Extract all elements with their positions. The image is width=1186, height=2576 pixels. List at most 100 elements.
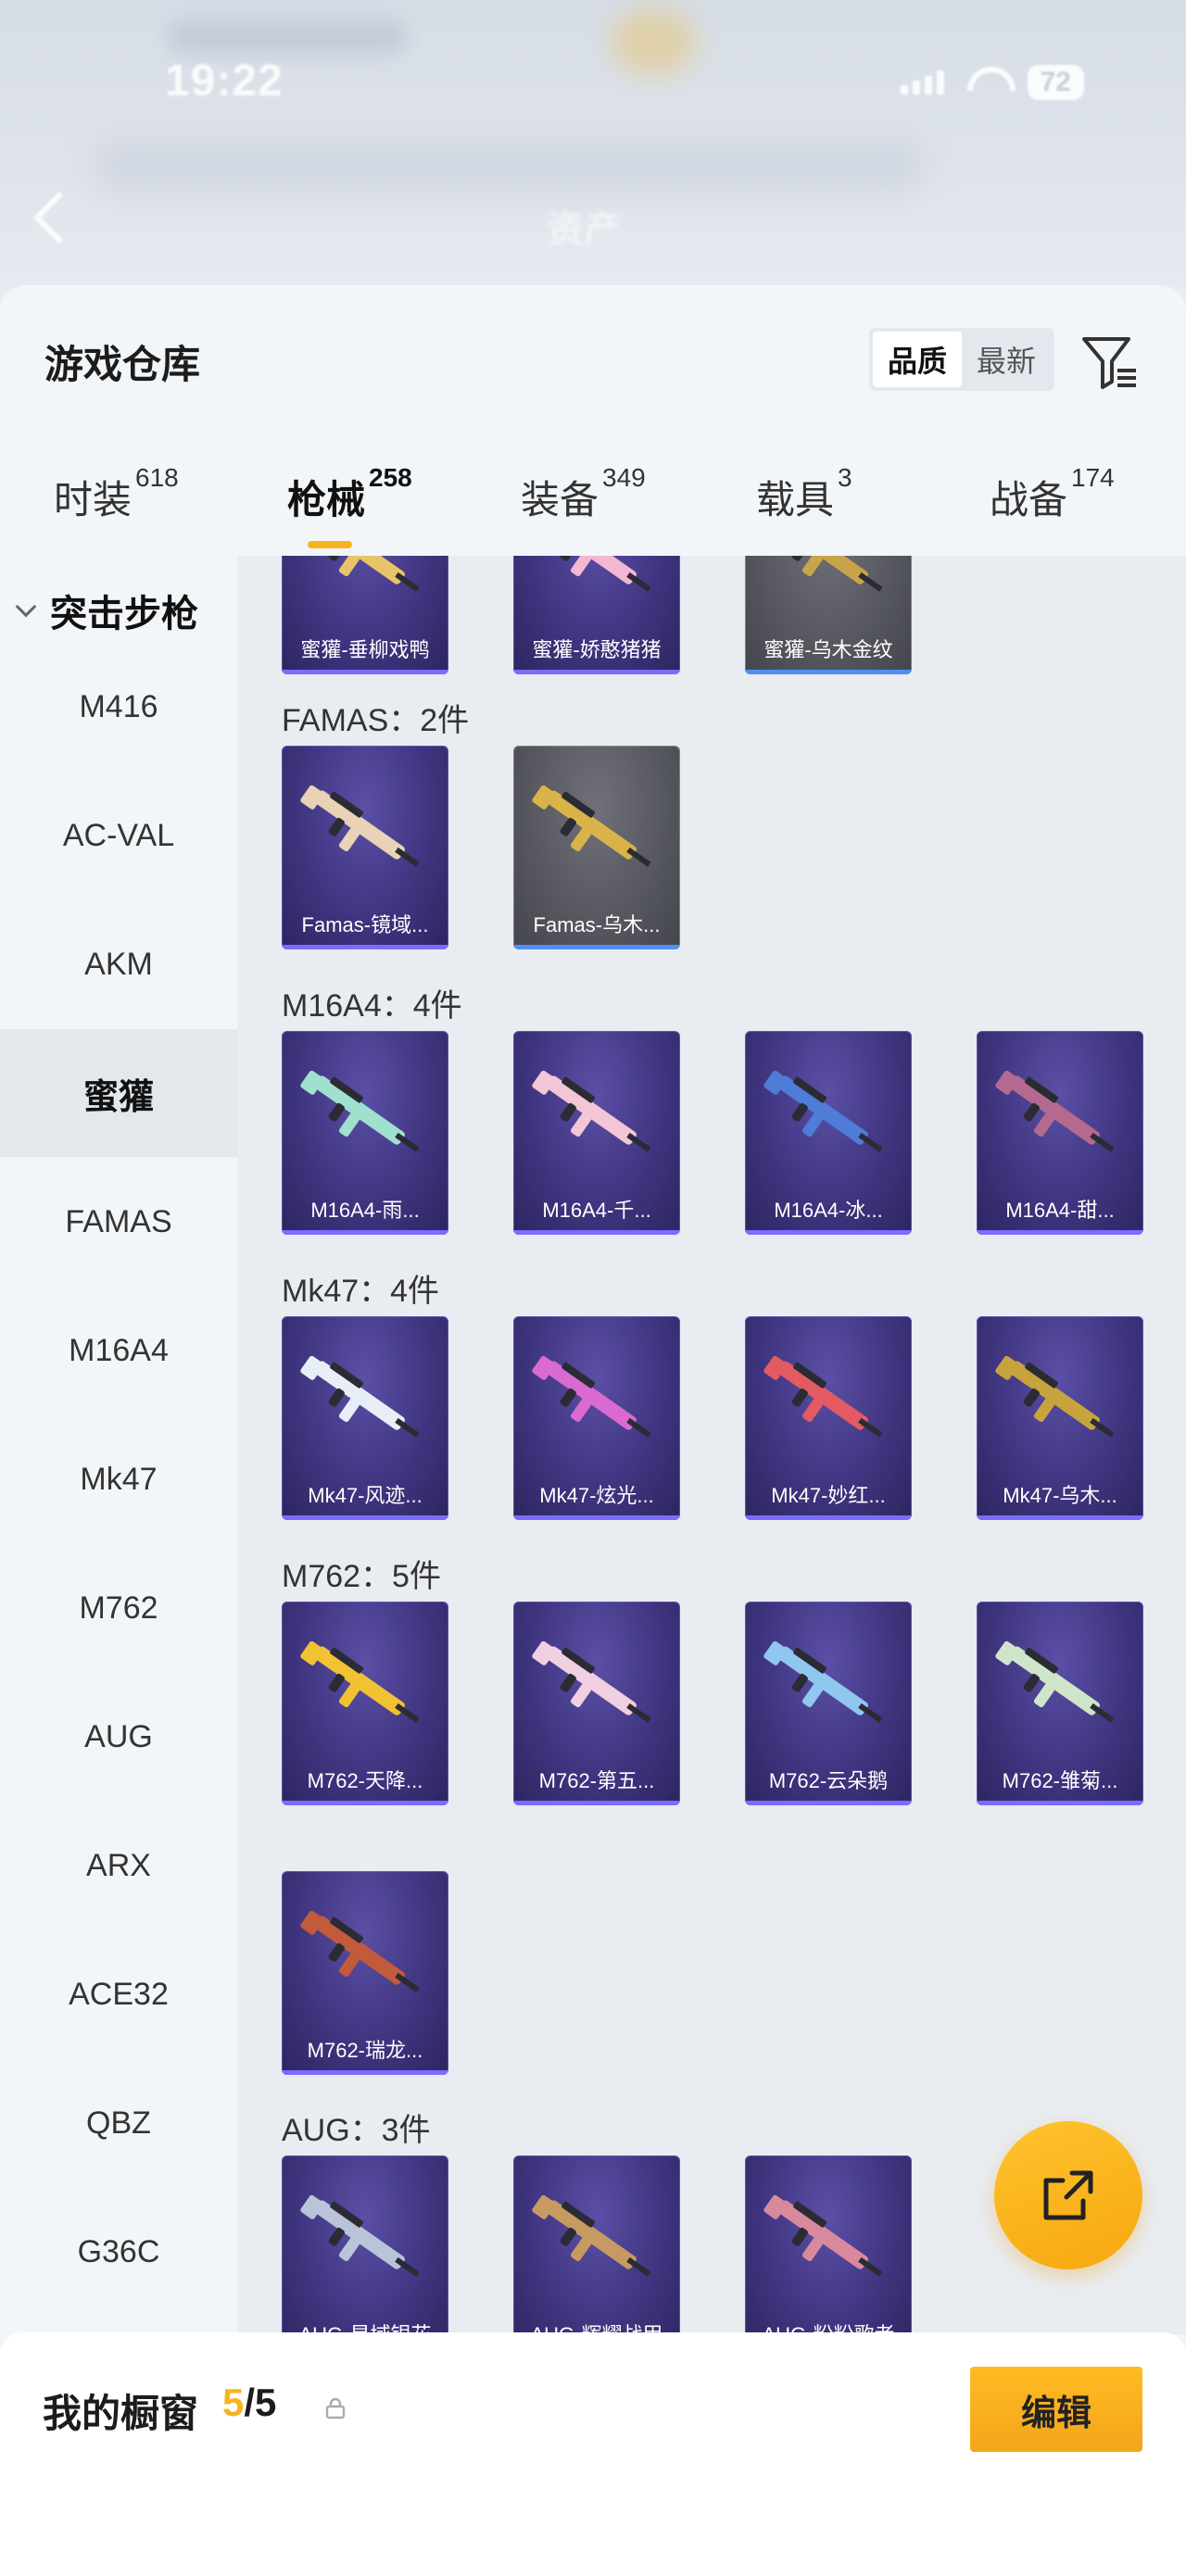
weapon-card[interactable]: M762-云朵鹅	[745, 1602, 912, 1805]
weapon-card[interactable]: AUG-星域银花	[282, 2155, 448, 2334]
rifle-icon	[995, 1350, 1125, 1451]
weapon-card[interactable]: Famas-镜域...	[282, 746, 448, 949]
status-area: 19:22 72 资产	[0, 0, 1186, 287]
tab-guns[interactable]: 枪械258	[287, 463, 412, 525]
sheet-title: 游戏仓库	[44, 343, 201, 386]
sidebar-item[interactable]: ARX	[0, 1802, 237, 1929]
weapon-card[interactable]: 蜜獾-娇憨猪猪	[513, 556, 680, 674]
weapon-name: Famas-乌木...	[533, 913, 661, 936]
weapon-card[interactable]: M16A4-冰...	[745, 1031, 912, 1235]
weapon-card[interactable]: M762-雏菊...	[977, 1602, 1143, 1805]
weapon-name: 蜜獾-垂柳戏鸭	[300, 638, 430, 661]
sidebar-item[interactable]: G36C	[0, 2188, 237, 2316]
sidebar-item[interactable]: Mk47	[0, 1415, 237, 1543]
rarity-bar	[282, 1515, 448, 1520]
showcase-count: 5/5	[222, 2381, 276, 2425]
rarity-bar	[513, 1230, 680, 1235]
weapon-card[interactable]: 蜜獾-垂柳戏鸭	[282, 556, 448, 674]
weapon-card[interactable]: M762-天降...	[282, 1602, 448, 1805]
sidebar-group-assault-rifles[interactable]: 突击步枪	[15, 584, 198, 637]
rarity-bar	[513, 670, 680, 674]
rifle-icon	[763, 556, 893, 606]
weapon-card[interactable]: Mk47-风迹...	[282, 1316, 448, 1520]
sidebar-item[interactable]: ACE32	[0, 1930, 237, 2058]
chevron-down-icon	[15, 596, 37, 618]
rifle-icon	[532, 1350, 662, 1451]
weapon-card[interactable]: Mk47-妙红...	[745, 1316, 912, 1520]
rifle-icon	[763, 2189, 893, 2291]
weapon-name: M762-天降...	[307, 1769, 423, 1792]
category-tabs: 时装618 枪械258 装备349 载具3 战备174	[0, 450, 1186, 552]
tab-vehicles[interactable]: 载具3	[756, 463, 852, 525]
sidebar-item[interactable]: M416	[0, 643, 237, 771]
weapon-name: 蜜獾-乌木金纹	[763, 638, 893, 661]
rifle-icon	[763, 1635, 893, 1737]
sidebar-item[interactable]: M16A4	[0, 1287, 237, 1414]
weapon-name: M762-云朵鹅	[768, 1769, 889, 1792]
weapon-name: M762-瑞龙...	[307, 2039, 423, 2062]
weapon-name: M16A4-冰...	[774, 1199, 883, 1222]
signal-icon	[900, 70, 944, 94]
edit-button[interactable]: 编辑	[970, 2367, 1142, 2452]
weapon-group-title: M16A4：4件	[282, 988, 462, 1024]
rarity-bar	[745, 1230, 912, 1235]
weapon-card[interactable]: M16A4-甜...	[977, 1031, 1143, 1235]
share-icon	[1043, 2170, 1093, 2220]
tab-label: 装备	[521, 478, 599, 521]
rarity-bar	[977, 1230, 1143, 1235]
rarity-bar	[977, 1515, 1143, 1520]
battery-icon: 72	[1027, 65, 1084, 100]
weapon-card[interactable]: 蜜獾-乌木金纹	[745, 556, 912, 674]
tab-count: 3	[838, 463, 852, 492]
tab-supplies[interactable]: 战备174	[990, 463, 1115, 525]
showcase-current: 5	[222, 2381, 245, 2424]
sidebar-item[interactable]: AKM	[0, 900, 237, 1028]
weapon-card[interactable]: M16A4-千...	[513, 1031, 680, 1235]
weapon-card[interactable]: AUG-辉耀战甲	[513, 2155, 680, 2334]
weapon-card[interactable]: Mk47-乌木...	[977, 1316, 1143, 1520]
rarity-bar	[745, 670, 912, 674]
sidebar-item[interactable]: 蜜獾	[0, 1029, 237, 1157]
rifle-icon	[300, 2189, 430, 2291]
rifle-icon	[532, 556, 662, 606]
sidebar-item[interactable]: M762	[0, 1544, 237, 1672]
sidebar-item[interactable]: FAMAS	[0, 1158, 237, 1286]
weapon-card[interactable]: Famas-乌木...	[513, 746, 680, 949]
sort-quality-button[interactable]: 品质	[873, 332, 962, 387]
wifi-icon	[965, 67, 1007, 98]
tab-active-indicator	[308, 541, 352, 548]
weapon-group-title: AUG：3件	[282, 2113, 431, 2148]
tab-label: 战备	[990, 478, 1068, 521]
tab-outfits[interactable]: 时装618	[54, 463, 179, 525]
rifle-icon	[763, 1064, 893, 1166]
filter-icon[interactable]	[1080, 333, 1140, 391]
weapon-sidebar: 突击步枪 M416 AC-VAL AKM 蜜獾 FAMAS M16A4 Mk47 M762 AU…	[0, 556, 237, 2334]
weapon-card[interactable]: AUG-粉粉歌者	[745, 2155, 912, 2334]
tab-label: 载具	[756, 478, 835, 521]
rarity-bar	[282, 1230, 448, 1235]
rarity-bar	[513, 945, 680, 949]
back-icon[interactable]	[32, 191, 86, 245]
status-icons: 72	[900, 65, 1084, 100]
weapon-card[interactable]: Mk47-炫光...	[513, 1316, 680, 1520]
sidebar-item[interactable]: AUG	[0, 1673, 237, 1801]
weapon-card[interactable]: M762-瑞龙...	[282, 1871, 448, 2075]
share-button[interactable]	[994, 2121, 1142, 2269]
weapon-card[interactable]: M16A4-雨...	[282, 1031, 448, 1235]
weapon-name: Mk47-炫光...	[539, 1484, 654, 1507]
lock-icon	[324, 2397, 347, 2419]
rifle-icon	[763, 1350, 893, 1451]
sort-toggle: 品质 最新	[869, 328, 1054, 391]
showcase-bar: 我的橱窗 5/5 编辑	[0, 2332, 1186, 2576]
tab-equipment[interactable]: 装备349	[521, 463, 646, 525]
blur-shape	[612, 9, 695, 74]
blur-shape	[167, 19, 408, 56]
rarity-bar	[282, 670, 448, 674]
weapon-card[interactable]: M762-第五...	[513, 1602, 680, 1805]
weapon-grid[interactable]: 蜜獾-垂柳戏鸭 蜜獾-娇憨猪猪 蜜獾-乌木金纹 FAMAS：2件 Famas-镜域...…	[237, 556, 1186, 2334]
rifle-icon	[300, 556, 430, 606]
rifle-icon	[300, 1904, 430, 2006]
sidebar-item[interactable]: AC-VAL	[0, 772, 237, 899]
sort-latest-button[interactable]: 最新	[962, 332, 1051, 387]
sidebar-item[interactable]: QBZ	[0, 2059, 237, 2187]
